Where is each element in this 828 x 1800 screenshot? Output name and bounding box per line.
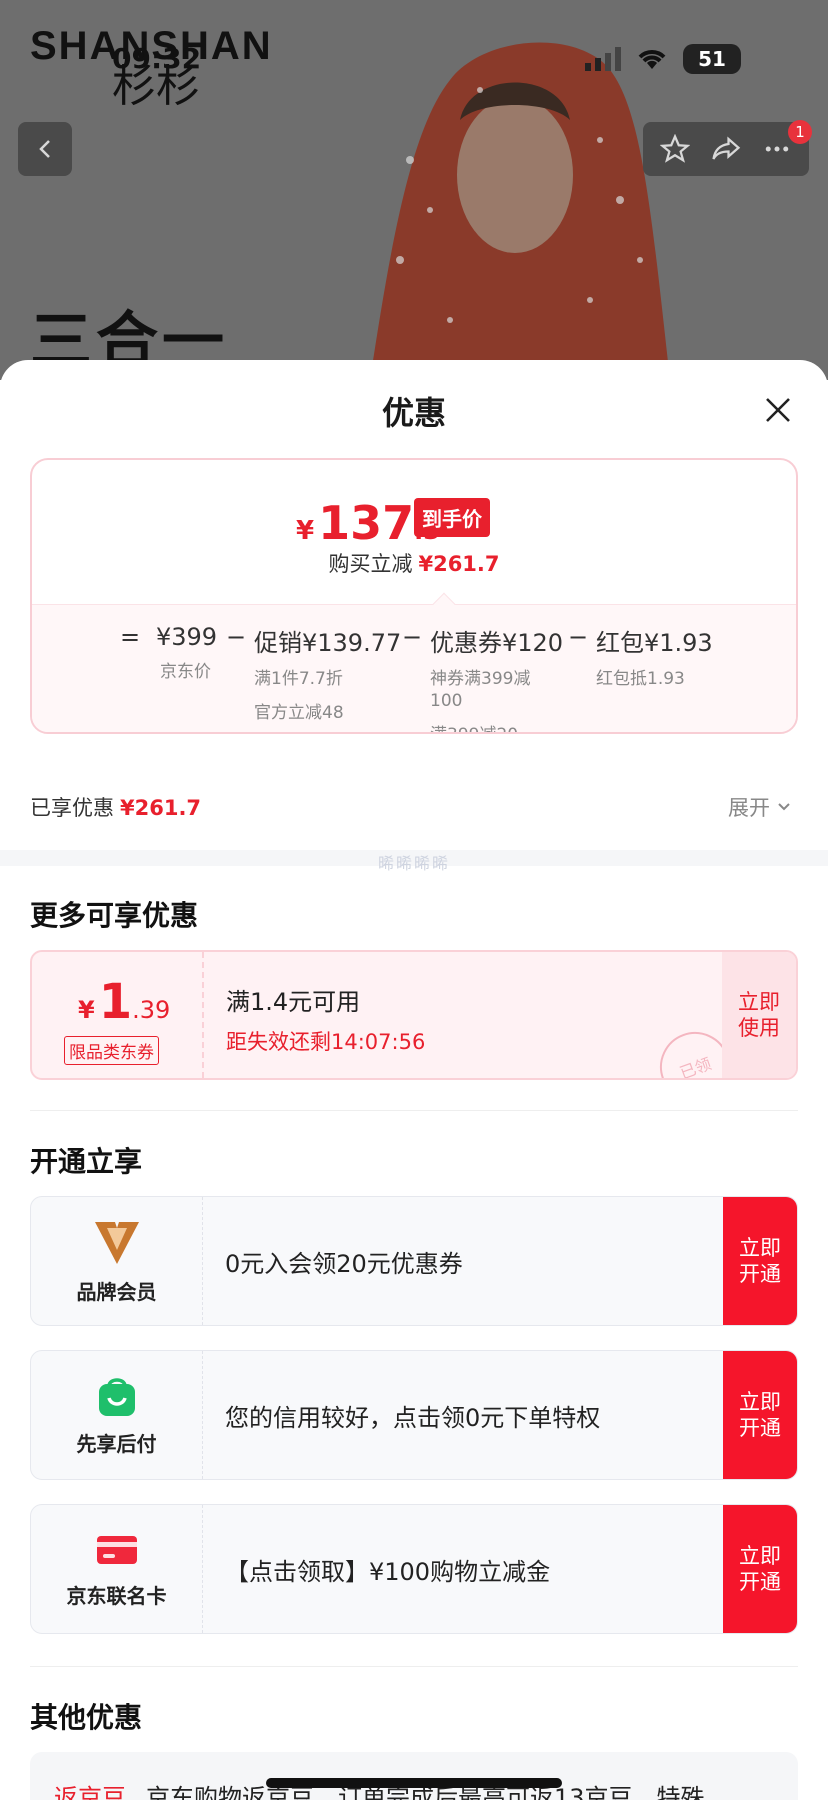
open-button-line1: 立即 [739,1236,781,1260]
offer-card-brand-member: 品牌会员 0元入会领20元优惠券 立即 开通 [30,1196,798,1326]
watermark-text: 晞晞晞晞 [377,854,450,873]
home-indicator[interactable] [266,1778,562,1788]
offer-text: 【点击领取】¥100购物立减金 [225,1557,551,1586]
offer-text: 您的信用较好，点击领0元下单特权 [225,1403,601,1432]
equals-sign: = [120,623,141,651]
open-now-button[interactable]: 立即 开通 [723,1197,797,1325]
offer-card-pay-later: 先享后付 您的信用较好，点击领0元下单特权 立即 开通 [30,1350,798,1480]
back-button[interactable] [18,122,72,176]
promo-detail-2: 官方立减48 [254,703,344,723]
offer-text: 0元入会领20元优惠券 [225,1249,463,1278]
offer-icon-panel: 京东联名卡 [31,1505,203,1633]
use-coupon-button[interactable]: 立即 使用 [722,952,796,1078]
offer-icon-panel: 先享后付 [31,1351,203,1479]
reduction-label: 购买立减 [328,552,413,576]
co-branded-card-icon [96,1535,137,1564]
coupon-detail-1: 神券满399减 [430,669,531,689]
promo-detail-1: 满1件7.7折 [254,669,343,689]
open-button-line2: 开通 [739,1570,781,1594]
offer-label: 京东联名卡 [66,1583,167,1608]
sheet-title: 优惠 [381,394,446,432]
open-enjoy-title: 开通立享 [30,1145,143,1178]
final-price-section: ¥ 137 .3 到手价 购买立减¥261.7 [32,460,796,604]
status-time: 09:32 [112,42,202,75]
open-button-line2: 开通 [739,1416,781,1440]
coupon-amount: 优惠券¥120 [430,629,564,657]
jd-bean-offer[interactable]: 返京豆 京东购物返京豆，订单完成后最高可返13京豆。特殊 [30,1752,798,1800]
notification-badge: 1 [788,120,812,144]
reduction-value: ¥261.7 [418,552,500,576]
wifi-icon [638,50,666,69]
coupon-value-panel: ¥ 1 .39 限品类东券 [32,952,204,1078]
offer-label: 先享后付 [76,1431,157,1456]
minus-sign: − [568,623,589,651]
enjoyed-value: ¥261.7 [120,796,202,820]
enjoyed-discount: 已享优惠 ¥261.7 [30,792,201,822]
more-offers-title: 更多可享优惠 [30,899,199,932]
promo-item: 促销¥139.77 满1件7.7折 官方立减48 [254,623,401,724]
product-page-background: SHANSHAN 杉杉 09:32 51 三合一 1 [0,0,828,380]
brand-member-icon [94,1221,139,1264]
signal-icon [585,47,621,71]
jd-price-item: ¥399 京东价 [156,623,217,683]
promo-amount: 促销¥139.77 [254,629,402,657]
final-price-tag: 到手价 [414,498,490,537]
final-price-currency: ¥ [296,516,315,546]
purchase-reduction: 购买立减 ¥261.7 [32,548,796,578]
open-now-button[interactable]: 立即 开通 [723,1351,797,1479]
redpacket-item: 红包¥1.93 红包抵1.93 [596,623,713,690]
offer-label: 品牌会员 [76,1279,157,1304]
jd-price: ¥399 [156,623,218,651]
share-icon[interactable] [711,134,741,164]
divider [30,1666,798,1667]
offer-icon-panel: 品牌会员 [31,1197,203,1325]
coupon-integer: 1 [98,974,133,1030]
minus-sign: − [402,623,423,651]
nav-action-group [643,122,809,176]
open-button-line1: 立即 [739,1544,781,1568]
coupon-card: ¥ 1 .39 限品类东券 满1.4元可用 距失效还剩14:07:56 已领 立… [30,950,798,1080]
coupon-decimal: .39 [132,996,171,1024]
pay-later-icon [98,1377,135,1416]
coupon-amount: ¥ 1 .39 [78,974,170,1030]
chevron-down-icon [778,803,790,811]
jd-price-label: 京东价 [160,662,211,682]
final-price-integer: 137 [318,496,415,550]
divider [30,1110,798,1111]
expand-button[interactable]: 展开 [728,792,792,822]
redpacket-amount: 红包¥1.93 [596,629,713,657]
star-icon[interactable] [659,134,690,164]
minus-sign: − [226,623,247,651]
open-button-line2: 开通 [739,1262,781,1286]
redpacket-detail: 红包抵1.93 [596,669,685,689]
use-button-line2: 使用 [738,1016,780,1040]
battery-indicator: 51 [683,44,741,74]
expand-label: 展开 [728,796,770,820]
coupon-detail-2: 满399减20 [430,724,563,732]
open-button-line1: 立即 [739,1390,781,1414]
use-button-line1: 立即 [738,990,780,1014]
coupon-item: 优惠券¥120 神券满399减 100 满399减20 [430,623,564,732]
discount-sheet: 优惠 ¥ 137 .3 到手价 购买立减¥261.7 = ¥399 京东价 − [0,360,828,1800]
close-button[interactable] [758,390,798,430]
chevron-left-icon [39,140,50,158]
more-icon[interactable] [762,134,792,164]
price-formula: = ¥399 京东价 − 促销¥139.77 满1件7.7折 官方立减48 − … [32,604,796,732]
coupon-condition: 满1.4元可用 [226,988,361,1016]
close-icon [766,398,790,422]
enjoyed-label: 已享优惠 [30,796,114,820]
price-breakdown-card: ¥ 137 .3 到手价 购买立减¥261.7 = ¥399 京东价 − 促销¥… [30,458,798,734]
coupon-detail-1b: 100 [430,691,463,711]
status-bar-icons: 51 [585,44,741,74]
coupon-type-badge: 限品类东券 [64,1036,159,1065]
offer-card-co-branded-card: 京东联名卡 【点击领取】¥100购物立减金 立即 开通 [30,1504,798,1634]
other-offers-title: 其他优惠 [30,1701,143,1734]
open-now-button[interactable]: 立即 开通 [723,1505,797,1633]
coupon-countdown: 距失效还剩14:07:56 [226,1030,426,1054]
jd-bean-tag: 返京豆 [54,1784,126,1800]
coupon-currency: ¥ [78,996,95,1024]
